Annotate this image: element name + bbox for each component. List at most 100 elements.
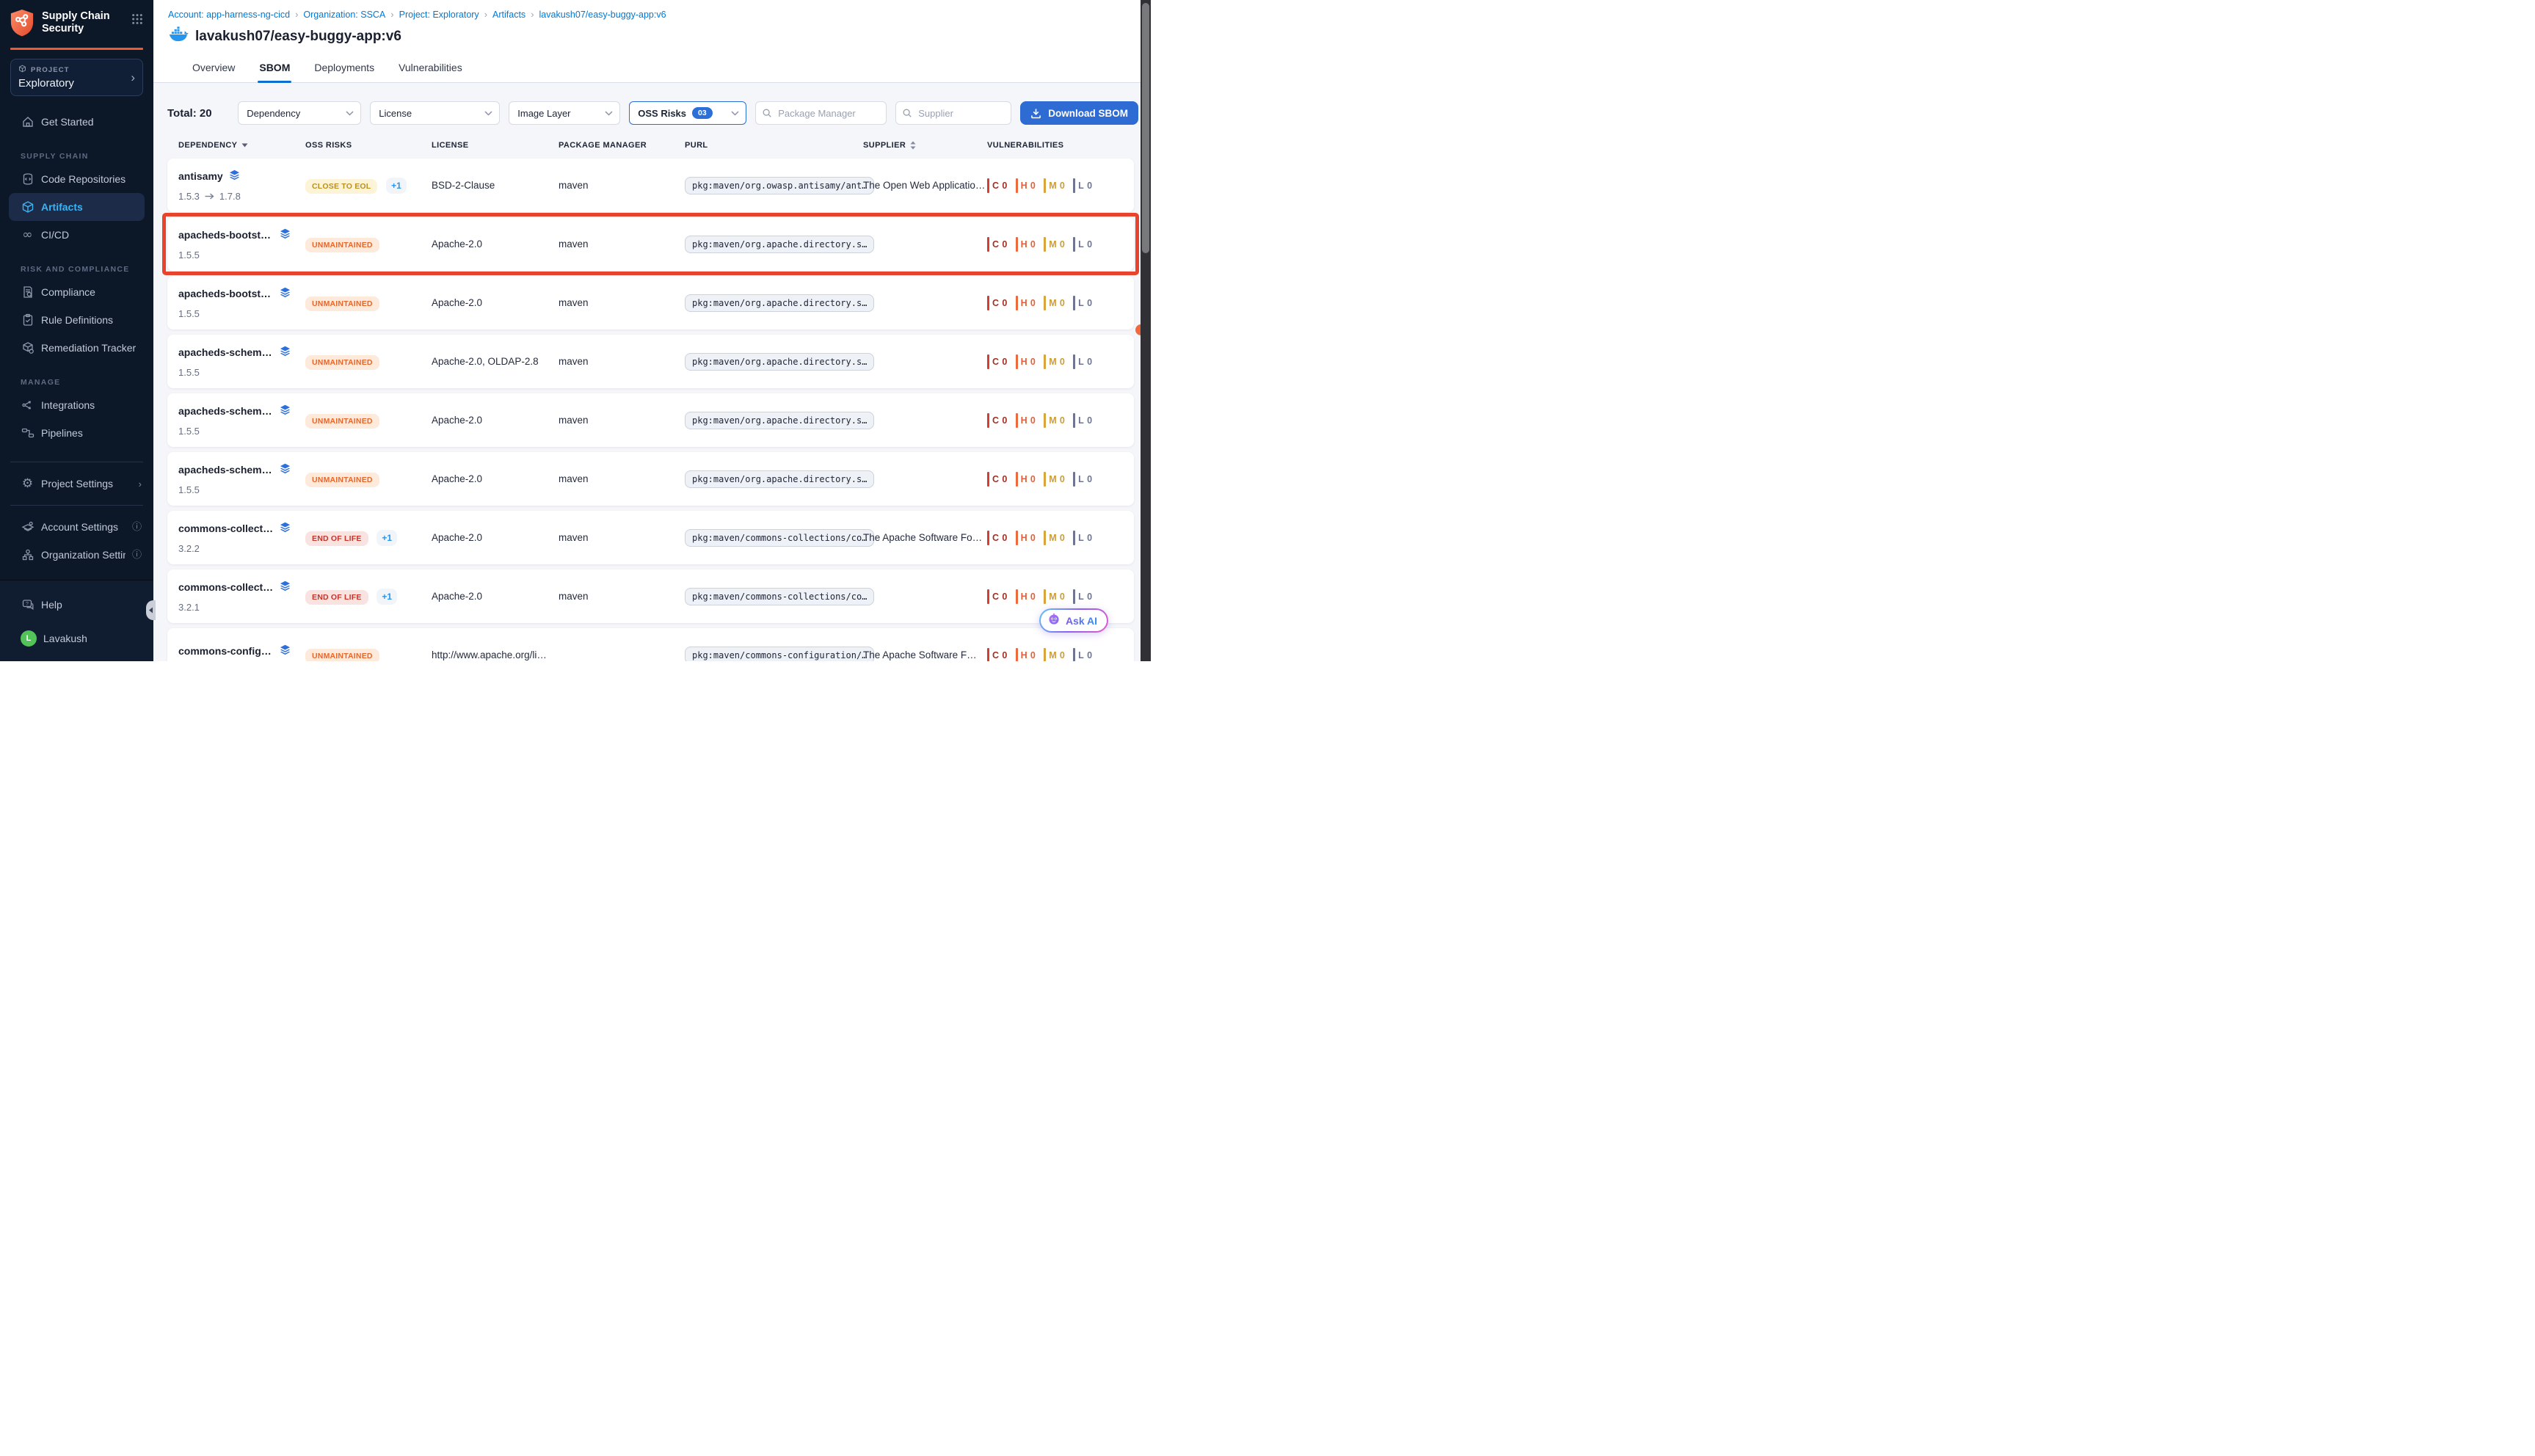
purl-chip[interactable]: pkg:maven/org.apache.directory.s… — [685, 470, 874, 488]
tab-overview[interactable]: Overview — [191, 55, 236, 82]
project-selector[interactable]: PROJECT Exploratory › — [10, 59, 143, 96]
dependency-name: apacheds-schema-boo... — [178, 346, 274, 358]
sidebar-item-account-settings[interactable]: Account Settings ⓘ — [0, 513, 153, 541]
oss-risk-more-badge[interactable]: +1 — [386, 178, 407, 194]
purl-chip[interactable]: pkg:maven/org.apache.directory.s… — [685, 236, 874, 253]
module-grid-icon[interactable] — [131, 13, 143, 29]
image-layer-filter-select[interactable]: Image Layer — [509, 101, 620, 125]
vulnerabilities-cell: C0H0M0L0 — [987, 413, 1134, 428]
purl-chip[interactable]: pkg:maven/commons-collections/co… — [685, 529, 874, 547]
package-manager-search-input[interactable] — [776, 107, 880, 120]
purl-chip[interactable]: pkg:maven/org.owasp.antisamy/ant… — [685, 177, 874, 194]
avatar: L — [21, 630, 37, 647]
download-sbom-button[interactable]: Download SBOM — [1020, 101, 1138, 125]
table-row[interactable]: commons-collections 3.2.1 END OF LIFE +1… — [167, 569, 1134, 623]
purl-chip[interactable]: pkg:maven/org.apache.directory.s… — [685, 412, 874, 429]
column-header-supplier[interactable]: Supplier — [863, 141, 987, 150]
breadcrumb-link[interactable]: Account: app-harness-ng-cicd — [168, 10, 290, 20]
dependency-name: antisamy — [178, 170, 223, 182]
vuln-count-H: H0 — [1016, 296, 1036, 310]
download-icon — [1030, 108, 1041, 119]
column-header-dependency[interactable]: Dependency — [178, 141, 305, 150]
sidebar-item-get-started[interactable]: Get Started — [0, 108, 153, 136]
tab-deployments[interactable]: Deployments — [313, 55, 376, 82]
table-row[interactable]: commons-configuration UNMAINTAINED http:… — [167, 628, 1134, 661]
supplier-search-input[interactable] — [917, 107, 1005, 120]
sidebar-item-cicd[interactable]: ∞ CI/CD — [0, 221, 153, 249]
sidebar-item-project-settings[interactable]: ⚙ Project Settings › — [0, 470, 153, 498]
breadcrumb-separator-icon: › — [390, 9, 393, 20]
vuln-count-M: M0 — [1044, 472, 1065, 487]
breadcrumb-link[interactable]: Artifacts — [492, 10, 525, 20]
sidebar-item-compliance[interactable]: Compliance — [0, 278, 153, 306]
clipboard-check-icon — [21, 313, 34, 327]
sidebar-item-code-repositories[interactable]: Code Repositories — [0, 165, 153, 193]
scrollbar[interactable] — [1141, 0, 1151, 661]
account-settings-icon — [21, 520, 34, 534]
sidebar-item-remediation-tracker[interactable]: Remediation Tracker — [0, 334, 153, 362]
dependency-name: commons-collections — [178, 581, 274, 593]
oss-risks-filter-select[interactable]: OSS Risks 03 — [629, 101, 746, 125]
table-row[interactable]: apacheds-schema-regi... 1.5.5 UNMAINTAIN… — [167, 452, 1134, 506]
oss-risk-more-badge[interactable]: +1 — [377, 530, 397, 546]
ask-ai-button[interactable]: Ask AI — [1039, 608, 1108, 633]
scrollbar-thumb[interactable] — [1142, 3, 1149, 253]
layers-icon — [229, 170, 240, 183]
sidebar-item-artifacts[interactable]: Artifacts — [9, 193, 145, 221]
column-header-oss-risks: OSS Risks — [305, 141, 432, 150]
info-icon: ⓘ — [132, 550, 142, 560]
tab-sbom[interactable]: SBOM — [258, 55, 291, 82]
severity-bar — [1073, 237, 1075, 252]
table-row[interactable]: apacheds-schema-extr... 1.5.5 UNMAINTAIN… — [167, 393, 1134, 447]
dependency-filter-select[interactable]: Dependency — [238, 101, 361, 125]
tab-vulnerabilities[interactable]: Vulnerabilities — [397, 55, 464, 82]
vuln-count-C: C0 — [987, 648, 1008, 662]
project-cube-icon — [18, 65, 26, 75]
severity-bar — [1044, 413, 1046, 428]
sidebar-user-menu[interactable]: L Lavakush — [0, 625, 153, 652]
section-label-supply-chain: SUPPLY CHAIN — [0, 136, 153, 165]
vulnerabilities-cell: C0H0M0L0 — [987, 531, 1134, 545]
severity-bar — [1016, 531, 1018, 545]
severity-bar — [987, 296, 989, 310]
sidebar-item-pipelines[interactable]: Pipelines — [0, 419, 153, 447]
layers-icon — [280, 580, 291, 594]
license-cell: BSD-2-Clause — [432, 180, 559, 191]
purl-chip[interactable]: pkg:maven/commons-configuration/… — [685, 647, 874, 661]
sort-desc-icon — [241, 143, 248, 148]
sidebar-item-help[interactable]: ? Help — [0, 591, 153, 619]
severity-bar — [1044, 354, 1046, 369]
vuln-count-M: M0 — [1044, 237, 1065, 252]
breadcrumb-link[interactable]: Organization: SSCA — [303, 10, 385, 20]
severity-bar — [1016, 648, 1018, 662]
severity-bar — [987, 354, 989, 369]
license-filter-select[interactable]: License — [370, 101, 500, 125]
sidebar-item-integrations[interactable]: Integrations — [0, 391, 153, 419]
vuln-count-H: H0 — [1016, 531, 1036, 545]
oss-risk-more-badge[interactable]: +1 — [377, 589, 397, 605]
supply-chain-security-logo-icon — [10, 9, 34, 40]
package-manager-cell: maven — [559, 180, 685, 191]
purl-chip[interactable]: pkg:maven/commons-collections/co… — [685, 588, 874, 605]
chevron-down-icon — [484, 111, 492, 116]
purl-chip[interactable]: pkg:maven/org.apache.directory.s… — [685, 353, 874, 371]
vuln-count-L: L0 — [1073, 648, 1092, 662]
oss-risk-badge: UNMAINTAINED — [305, 238, 379, 252]
sidebar-item-rule-definitions[interactable]: Rule Definitions — [0, 306, 153, 334]
breadcrumb-link[interactable]: lavakush07/easy-buggy-app:v6 — [539, 10, 666, 20]
breadcrumb-link[interactable]: Project: Exploratory — [399, 10, 479, 20]
project-name: Exploratory — [18, 77, 131, 90]
table-row[interactable]: apacheds-bootstrap-e... 1.5.5 UNMAINTAIN… — [167, 217, 1134, 271]
license-cell: Apache-2.0 — [432, 591, 559, 602]
vuln-count-C: C0 — [987, 472, 1008, 487]
table-row[interactable]: apacheds-bootstrap-p... 1.5.5 UNMAINTAIN… — [167, 276, 1134, 330]
chevron-down-icon — [605, 111, 613, 116]
search-icon — [762, 108, 772, 118]
table-row[interactable]: commons-collections 3.2.2 END OF LIFE +1… — [167, 511, 1134, 564]
layers-icon — [280, 287, 291, 300]
sidebar-collapse-handle[interactable] — [146, 600, 156, 620]
sidebar-item-organization-settings[interactable]: Organization Settings ⓘ — [0, 541, 153, 569]
purl-chip[interactable]: pkg:maven/org.apache.directory.s… — [685, 294, 874, 312]
table-row[interactable]: antisamy 1.5.3 1.7.8 CLOSE TO EOL +1 BSD… — [167, 159, 1134, 212]
table-row[interactable]: apacheds-schema-boo... 1.5.5 UNMAINTAINE… — [167, 335, 1134, 388]
